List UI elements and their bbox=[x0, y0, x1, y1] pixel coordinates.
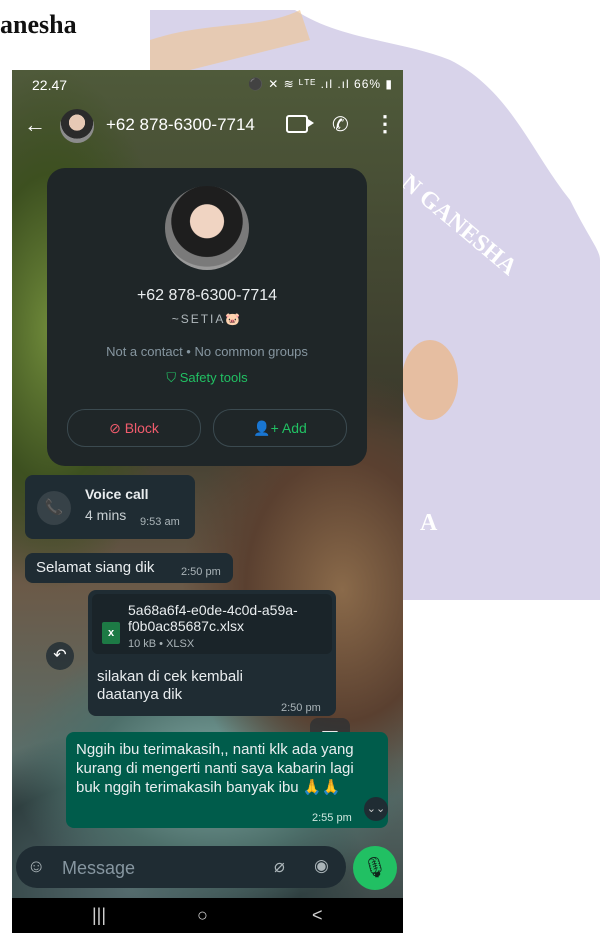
sent-message[interactable]: Nggih ibu terimakasih,, nanti klk ada ya… bbox=[66, 732, 388, 828]
recent-apps-button[interactable]: ||| bbox=[92, 905, 106, 926]
voice-call-icon[interactable]: ✆ bbox=[332, 112, 349, 137]
system-nav-bar: ||| ○ < bbox=[12, 898, 403, 933]
video-call-icon[interactable] bbox=[286, 115, 314, 133]
message-time: 2:50 pm bbox=[281, 702, 321, 714]
phone-screen: 22.47 ⚫ ✕ ≋ ᴸᵀᴱ .ıl .ıl 66% ▮ ← +62 878-… bbox=[12, 70, 403, 933]
add-contact-button[interactable]: 👤+ Add bbox=[213, 409, 347, 447]
add-label: Add bbox=[281, 420, 307, 436]
reply-icon[interactable]: ↶ bbox=[46, 642, 74, 670]
voice-call-title: Voice call bbox=[85, 486, 149, 502]
signal-icons: ⚫ ✕ ≋ ᴸᵀᴱ .ıl .ıl bbox=[247, 77, 350, 91]
status-time: 22.47 bbox=[32, 77, 68, 93]
contact-nickname: ~SETIA🐷 bbox=[171, 312, 243, 326]
contact-info-card: +62 878-6300-7714 ~SETIA🐷 Not a contact … bbox=[47, 168, 367, 466]
file-message[interactable]: x 5a68a6f4-e0de-4c0d-a59a-f0b0ac85687c.x… bbox=[88, 590, 336, 716]
voice-call-duration: 4 mins bbox=[85, 507, 127, 523]
system-back-button[interactable]: < bbox=[312, 905, 323, 926]
sticker-icon[interactable]: ☺ bbox=[27, 856, 45, 877]
scroll-down-icon[interactable]: ⌄⌄ bbox=[364, 797, 388, 821]
contact-phone-number: +62 878-6300-7714 bbox=[136, 287, 278, 304]
contact-profile-photo bbox=[165, 186, 249, 270]
camera-icon[interactable]: ◉ bbox=[314, 856, 329, 876]
status-icons: ⚫ ✕ ≋ ᴸᵀᴱ .ıl .ıl 66% ▮ bbox=[248, 77, 393, 91]
battery-icon: ▮ bbox=[385, 77, 393, 91]
missed-call-icon: 📞 bbox=[37, 491, 71, 525]
status-bar: 22.47 ⚫ ✕ ≋ ᴸᵀᴱ .ıl .ıl 66% ▮ bbox=[12, 70, 403, 100]
file-caption: silakan di cek kembali daatanya dik bbox=[97, 668, 243, 703]
safety-tools-link[interactable]: ⛉ Safety tools bbox=[47, 370, 367, 386]
message-time: 2:50 pm bbox=[181, 566, 221, 578]
add-user-icon: 👤+ bbox=[253, 420, 279, 436]
battery-level: 66% bbox=[354, 77, 382, 91]
file-meta: 10 kB • XLSX bbox=[128, 638, 195, 650]
mic-button[interactable]: 🎙 bbox=[353, 846, 397, 890]
safety-tools-label: Safety tools bbox=[179, 370, 248, 385]
voice-call-message[interactable]: 📞 Voice call 4 mins 9:53 am bbox=[25, 475, 195, 539]
message-time: 2:55 pm bbox=[312, 812, 352, 824]
attach-icon[interactable]: ⌀ bbox=[274, 856, 285, 877]
received-message[interactable]: Selamat siang dik 2:50 pm bbox=[25, 553, 233, 583]
back-arrow-icon[interactable]: ← bbox=[24, 112, 46, 138]
more-options-icon[interactable]: ⋮ bbox=[374, 111, 396, 137]
block-label: Block bbox=[124, 420, 159, 436]
message-text: Selamat siang dik bbox=[36, 559, 155, 576]
contact-status-info: Not a contact • No common groups bbox=[106, 344, 308, 359]
file-name: 5a68a6f4-e0de-4c0d-a59a-f0b0ac85687c.xls… bbox=[128, 602, 298, 634]
block-button[interactable]: ⊘ Block bbox=[67, 409, 201, 447]
message-input[interactable] bbox=[60, 852, 264, 884]
contact-avatar[interactable] bbox=[60, 109, 94, 143]
message-input-bar: ☺ ⌀ ◉ bbox=[16, 846, 346, 888]
file-attachment[interactable]: x 5a68a6f4-e0de-4c0d-a59a-f0b0ac85687c.x… bbox=[92, 594, 332, 654]
block-icon: ⊘ bbox=[109, 420, 121, 436]
shield-icon: ⛉ bbox=[166, 370, 177, 385]
chat-header: ← +62 878-6300-7714 ✆ ⋮ bbox=[12, 100, 403, 152]
excel-file-icon: x bbox=[102, 622, 120, 644]
message-text: Nggih ibu terimakasih,, nanti klk ada ya… bbox=[76, 741, 354, 796]
document-heading: anesha bbox=[0, 10, 77, 39]
chat-title[interactable]: +62 878-6300-7714 bbox=[106, 115, 255, 135]
message-time: 9:53 am bbox=[140, 516, 180, 528]
seal-text-letter: A bbox=[420, 510, 438, 536]
home-button[interactable]: ○ bbox=[197, 905, 208, 926]
